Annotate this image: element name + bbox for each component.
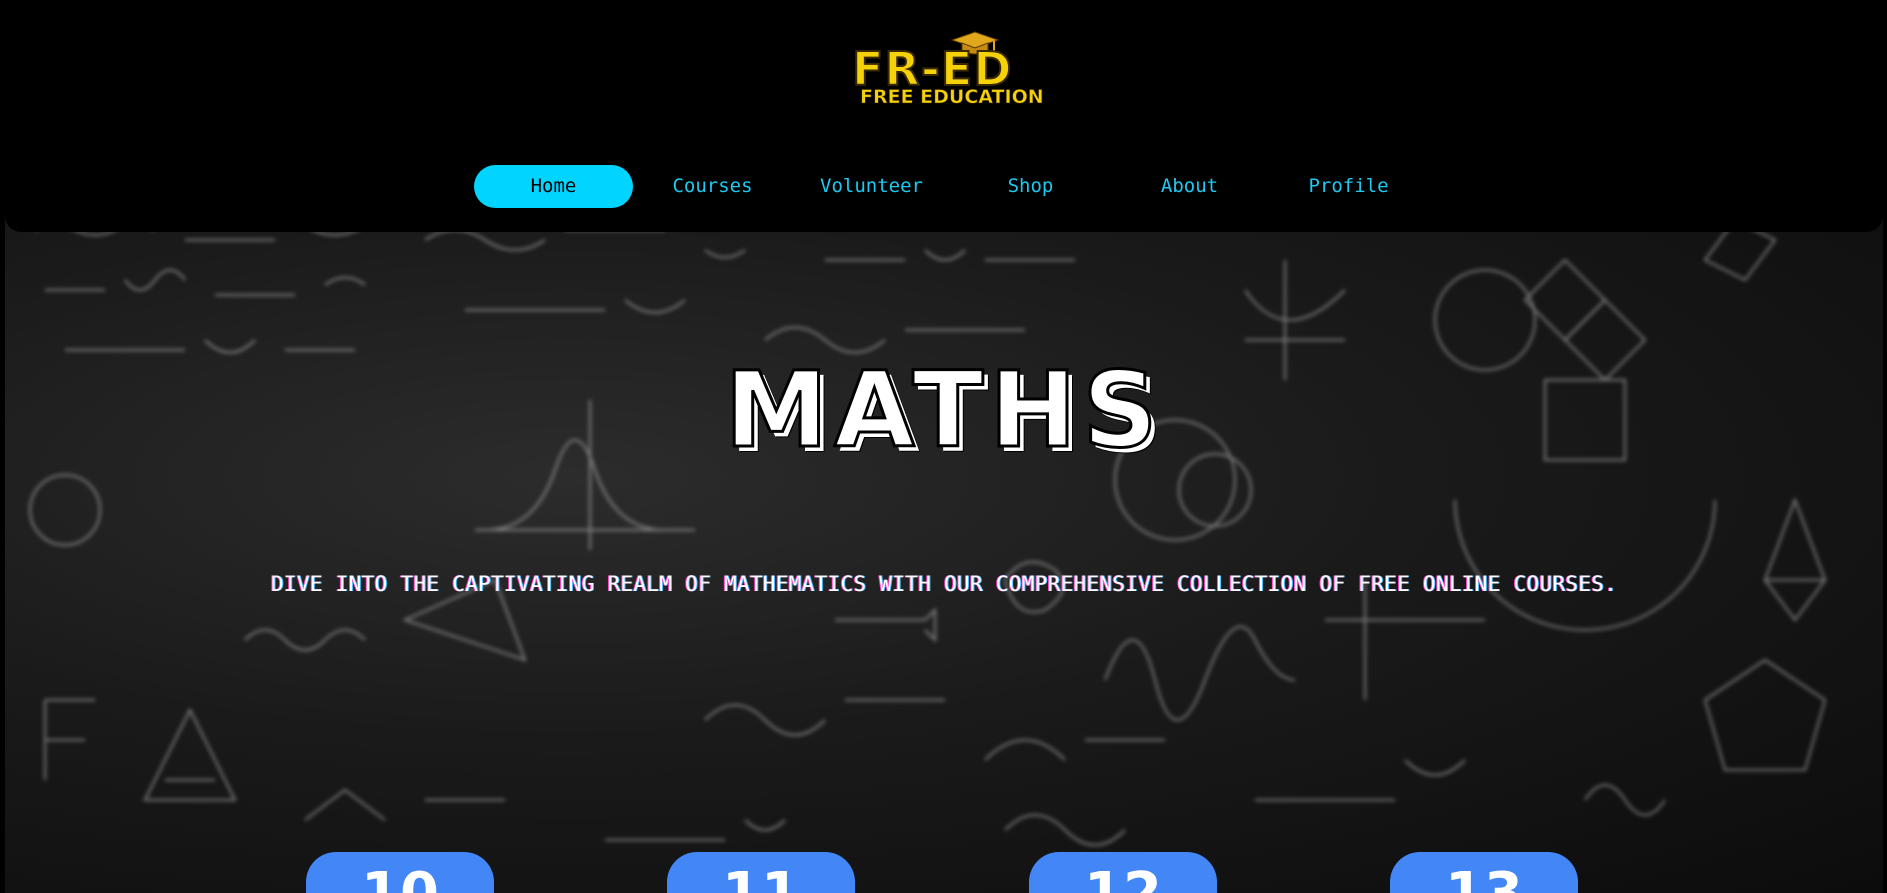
main-nav: Home Courses Volunteer Shop About Profil… bbox=[474, 165, 1428, 208]
chalkboard-background bbox=[29, 218, 1827, 846]
course-card-11[interactable]: 11 bbox=[667, 852, 855, 893]
page-title: MATHS bbox=[723, 349, 1164, 471]
course-card-10[interactable]: 10 bbox=[306, 852, 494, 893]
nav-home[interactable]: Home bbox=[474, 165, 633, 208]
hero-subtitle: DIVE INTO THE CAPTIVATING REALM OF MATHE… bbox=[270, 572, 1618, 596]
course-card-12[interactable]: 12 bbox=[1029, 852, 1217, 893]
course-card-label: 11 bbox=[667, 866, 855, 893]
course-card-13[interactable]: 13 bbox=[1390, 852, 1578, 893]
hero-section: MATHS DIVE INTO THE CAPTIVATING REALM OF… bbox=[5, 200, 1883, 893]
site-logo[interactable]: FR-ED FREE EDUCATION bbox=[846, 30, 1056, 114]
course-card-label: 12 bbox=[1029, 866, 1217, 893]
nav-about[interactable]: About bbox=[1110, 165, 1269, 208]
nav-profile[interactable]: Profile bbox=[1269, 165, 1428, 208]
nav-volunteer[interactable]: Volunteer bbox=[792, 165, 951, 208]
logo-sub-text: FREE EDUCATION bbox=[860, 86, 1044, 109]
site-header: FR-ED FREE EDUCATION Home Courses Volunt… bbox=[5, 0, 1883, 232]
course-card-label: 13 bbox=[1390, 866, 1578, 893]
page: MATHS DIVE INTO THE CAPTIVATING REALM OF… bbox=[0, 0, 1887, 893]
nav-courses[interactable]: Courses bbox=[633, 165, 792, 208]
nav-shop[interactable]: Shop bbox=[951, 165, 1110, 208]
course-cards: 10 11 12 13 bbox=[5, 852, 1883, 893]
course-card-label: 10 bbox=[306, 866, 494, 893]
